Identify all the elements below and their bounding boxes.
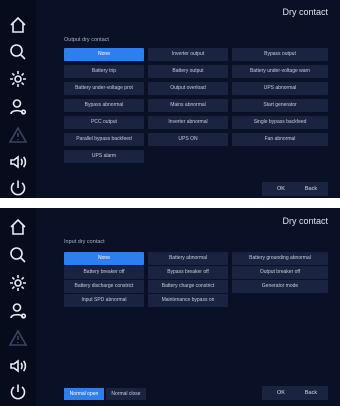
user-icon[interactable]	[6, 299, 30, 323]
option-button[interactable]: Mains abnormal	[148, 99, 228, 112]
search-icon[interactable]	[6, 40, 30, 64]
option-button[interactable]: None	[64, 252, 144, 265]
page-title: Dry contact	[282, 7, 328, 17]
back-button[interactable]: Back	[294, 182, 328, 196]
normal-open-button[interactable]: Normal open	[64, 388, 104, 400]
option-button[interactable]: Output breaker off	[232, 266, 328, 279]
speaker-icon[interactable]	[6, 354, 30, 378]
sidebar	[0, 208, 36, 406]
option-button[interactable]: Battery breaker off	[64, 266, 144, 279]
option-button[interactable]: Battery grounding abnormal	[232, 252, 328, 265]
warning-icon[interactable]	[6, 326, 30, 350]
option-button[interactable]: None	[64, 48, 144, 61]
user-icon[interactable]	[6, 95, 30, 119]
power-icon[interactable]	[6, 380, 30, 404]
speaker-icon[interactable]	[6, 150, 30, 174]
search-icon[interactable]	[6, 243, 30, 267]
option-button[interactable]: Generator mode	[232, 280, 328, 293]
section-label: Output dry contact	[64, 37, 109, 43]
option-button[interactable]: Parallel bypass backfeed	[64, 133, 144, 146]
gear-icon[interactable]	[6, 271, 30, 295]
option-button[interactable]: Input SPD abnormal	[64, 294, 144, 307]
power-icon[interactable]	[6, 176, 30, 198]
option-button[interactable]: Battery under-voltage prot	[64, 82, 144, 95]
option-button[interactable]: Bypass abnormal	[64, 99, 144, 112]
normal-close-button[interactable]: Normal close	[106, 388, 146, 400]
gear-icon[interactable]	[6, 67, 30, 91]
option-button[interactable]: Inverter abnormal	[148, 116, 228, 129]
option-button[interactable]: Output overload	[148, 82, 228, 95]
option-button[interactable]: UPS abnormal	[232, 82, 328, 95]
section-label: Input dry contact	[64, 239, 105, 245]
sidebar	[0, 0, 36, 198]
option-button[interactable]: Battery trip	[64, 65, 144, 78]
option-button[interactable]: Battery discharge constrict	[64, 280, 144, 293]
page-title: Dry contact	[282, 216, 328, 226]
option-button[interactable]: Fan abnormal	[232, 133, 328, 146]
option-button[interactable]: Battery under-voltage warn	[232, 65, 328, 78]
option-button[interactable]: Maintenance bypass on	[148, 294, 228, 307]
option-button[interactable]: PCC output	[64, 116, 144, 129]
option-button[interactable]: UPS alarm	[64, 150, 144, 163]
option-button[interactable]: Battery charge constrict	[148, 280, 228, 293]
input-dry-contact-screen: Dry contact Input dry contact None Batter…	[0, 208, 340, 406]
home-icon[interactable]	[6, 215, 30, 239]
option-button[interactable]: Battery abnormal	[148, 252, 228, 265]
option-button[interactable]: Bypass output	[232, 48, 328, 61]
home-icon[interactable]	[6, 13, 30, 37]
option-button[interactable]: Single bypass backfeed	[232, 116, 328, 129]
option-button[interactable]: Bypass breaker off	[148, 266, 228, 279]
option-button[interactable]: Battery output	[148, 65, 228, 78]
back-button[interactable]: Back	[294, 386, 328, 400]
warning-icon[interactable]	[6, 123, 30, 147]
output-dry-contact-screen: Dry contact Output dry contact None Inver…	[0, 0, 340, 198]
option-button[interactable]: Start generator	[232, 99, 328, 112]
option-button[interactable]: UPS ON	[148, 133, 228, 146]
option-button[interactable]: Inverter output	[148, 48, 228, 61]
